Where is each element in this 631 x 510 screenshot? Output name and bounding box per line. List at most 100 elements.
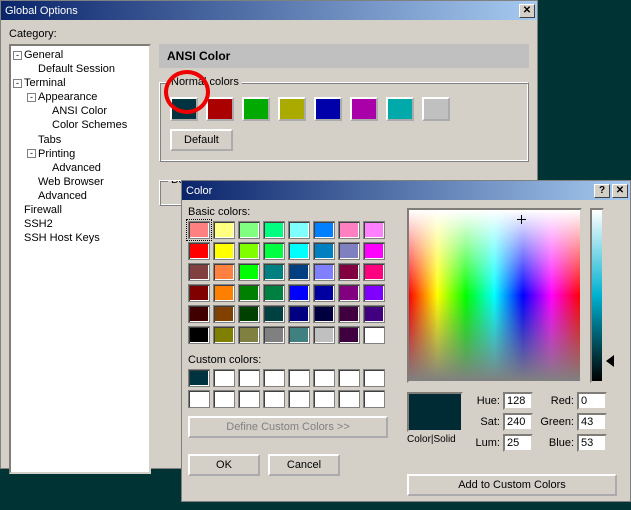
basic-color-cell[interactable] [338,242,360,260]
basic-color-cell[interactable] [188,242,210,260]
green-field[interactable] [577,413,607,431]
basic-color-cell[interactable] [188,284,210,302]
tree-item[interactable]: -Firewall [13,203,147,217]
color-swatch[interactable] [422,97,450,121]
basic-color-cell[interactable] [263,326,285,344]
custom-color-cell[interactable] [288,369,310,387]
basic-color-cell[interactable] [263,221,285,239]
basic-color-cell[interactable] [238,326,260,344]
basic-color-cell[interactable] [363,263,385,281]
basic-color-cell[interactable] [188,326,210,344]
color-swatch[interactable] [170,97,198,121]
custom-color-cell[interactable] [338,369,360,387]
basic-color-cell[interactable] [188,221,210,239]
default-button[interactable]: Default [170,129,233,151]
basic-color-cell[interactable] [313,242,335,260]
custom-color-cell[interactable] [188,390,210,408]
cancel-button[interactable]: Cancel [268,454,340,476]
custom-color-cell[interactable] [313,369,335,387]
tree-item[interactable]: -Appearance [13,90,147,104]
basic-color-cell[interactable] [263,284,285,302]
basic-color-cell[interactable] [288,284,310,302]
basic-color-cell[interactable] [338,263,360,281]
basic-color-cell[interactable] [313,221,335,239]
sat-field[interactable] [503,413,533,431]
tree-item[interactable]: -SSH2 [13,217,147,231]
basic-color-cell[interactable] [338,221,360,239]
basic-color-cell[interactable] [338,284,360,302]
basic-color-cell[interactable] [213,242,235,260]
basic-color-cell[interactable] [213,263,235,281]
color-spectrum-picker[interactable] [407,208,582,383]
tree-item[interactable]: -General [13,48,147,62]
hue-field[interactable] [503,392,533,410]
basic-color-cell[interactable] [313,263,335,281]
tree-item[interactable]: -Web Browser [13,175,147,189]
collapse-icon[interactable]: - [27,93,36,102]
basic-color-cell[interactable] [363,305,385,323]
basic-color-cell[interactable] [213,305,235,323]
category-tree[interactable]: -General-Default Session-Terminal-Appear… [9,44,151,474]
basic-color-cell[interactable] [338,305,360,323]
add-to-custom-button[interactable]: Add to Custom Colors [407,474,617,496]
basic-color-cell[interactable] [313,284,335,302]
custom-color-cell[interactable] [188,369,210,387]
basic-color-cell[interactable] [363,284,385,302]
tree-item[interactable]: -ANSI Color [13,104,147,118]
basic-color-cell[interactable] [188,263,210,281]
basic-color-cell[interactable] [188,305,210,323]
custom-color-cell[interactable] [213,390,235,408]
basic-color-cell[interactable] [288,326,310,344]
close-icon[interactable]: ✕ [612,184,628,198]
basic-color-cell[interactable] [263,242,285,260]
custom-color-cell[interactable] [288,390,310,408]
basic-color-cell[interactable] [238,305,260,323]
basic-color-cell[interactable] [363,242,385,260]
red-field[interactable] [577,392,607,410]
tree-item[interactable]: -Terminal [13,76,147,90]
custom-color-cell[interactable] [263,369,285,387]
basic-color-cell[interactable] [238,221,260,239]
basic-color-cell[interactable] [213,221,235,239]
collapse-icon[interactable]: - [13,51,22,60]
basic-color-cell[interactable] [288,221,310,239]
blue-field[interactable] [577,434,607,452]
custom-color-cell[interactable] [338,390,360,408]
basic-color-cell[interactable] [238,263,260,281]
basic-color-cell[interactable] [338,326,360,344]
tree-item[interactable]: -Printing [13,147,147,161]
tree-item[interactable]: -Tabs [13,133,147,147]
color-swatch[interactable] [206,97,234,121]
collapse-icon[interactable]: - [27,149,36,158]
basic-color-cell[interactable] [288,263,310,281]
basic-color-cell[interactable] [313,305,335,323]
tree-item[interactable]: -Default Session [13,62,147,76]
custom-color-cell[interactable] [238,369,260,387]
help-icon[interactable]: ? [594,184,610,198]
basic-color-cell[interactable] [288,305,310,323]
custom-color-cell[interactable] [213,369,235,387]
custom-color-cell[interactable] [363,390,385,408]
basic-color-cell[interactable] [263,305,285,323]
basic-color-cell[interactable] [213,326,235,344]
custom-color-cell[interactable] [313,390,335,408]
tree-item[interactable]: -Color Schemes [13,118,147,132]
custom-color-cell[interactable] [238,390,260,408]
custom-color-cell[interactable] [263,390,285,408]
ok-button[interactable]: OK [188,454,260,476]
collapse-icon[interactable]: - [13,79,22,88]
basic-color-cell[interactable] [238,284,260,302]
basic-color-cell[interactable] [288,242,310,260]
basic-color-cell[interactable] [213,284,235,302]
basic-color-cell[interactable] [363,221,385,239]
basic-color-cell[interactable] [363,326,385,344]
basic-color-cell[interactable] [313,326,335,344]
tree-item[interactable]: -Advanced [13,161,147,175]
color-swatch[interactable] [386,97,414,121]
tree-item[interactable]: -Advanced [13,189,147,203]
tree-item[interactable]: -SSH Host Keys [13,231,147,245]
basic-color-cell[interactable] [263,263,285,281]
basic-color-cell[interactable] [238,242,260,260]
color-swatch[interactable] [350,97,378,121]
lum-field[interactable] [503,434,533,452]
